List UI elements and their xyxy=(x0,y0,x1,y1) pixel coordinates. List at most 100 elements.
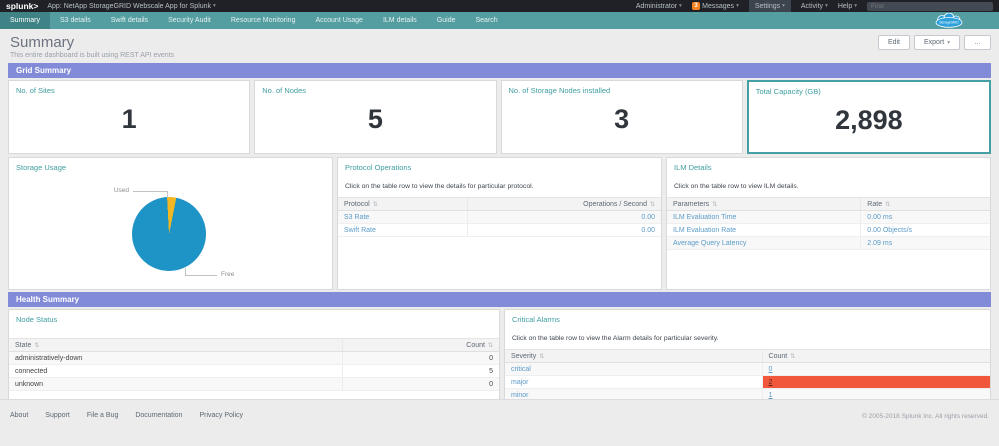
table-cell: administratively-down xyxy=(9,352,342,365)
health-summary-band: Health Summary xyxy=(8,292,991,307)
chevron-down-icon: ▾ xyxy=(825,3,828,9)
tab-s3-details[interactable]: S3 details xyxy=(50,12,101,29)
sort-icon: ⇅ xyxy=(34,343,39,349)
settings-menu-label: Settings xyxy=(755,3,780,10)
footer-link-support[interactable]: Support xyxy=(45,412,70,419)
column-header-operations-per-second[interactable]: Operations / Second⇅ xyxy=(467,198,661,211)
topbar-right: Administrator ▾ 3 Messages ▾ Settings ▾ … xyxy=(636,0,993,12)
app-menu-label: App: NetApp StorageGRID Webscale App for… xyxy=(47,3,211,10)
chevron-down-icon: ▾ xyxy=(947,40,950,46)
table-cell: 0 xyxy=(342,352,499,365)
panel-title: Critical Alarms xyxy=(505,310,990,324)
table-row[interactable]: ILM Evaluation Time0.00 ms xyxy=(667,211,990,224)
stat-panel-total-capacity: Total Capacity (GB) 2,898 xyxy=(747,80,991,154)
panel-description: Click on the table row to view the detai… xyxy=(338,172,661,197)
edit-button[interactable]: Edit xyxy=(878,35,910,50)
column-header-severity[interactable]: Severity⇅ xyxy=(505,350,762,363)
panel-title: Total Capacity (GB) xyxy=(749,82,989,96)
find-input[interactable] xyxy=(867,2,993,11)
table-row: connected5 xyxy=(9,365,499,378)
column-header-state[interactable]: State⇅ xyxy=(9,339,342,352)
table-cell[interactable]: Average Query Latency xyxy=(667,237,861,250)
chevron-down-icon: ▾ xyxy=(782,3,785,9)
help-menu[interactable]: Help ▾ xyxy=(838,0,857,12)
footer: About Support File a Bug Documentation P… xyxy=(0,399,999,446)
ellipsis-icon: … xyxy=(974,39,981,46)
storage-usage-chart: Used Free xyxy=(9,158,332,289)
tab-swift-details[interactable]: Swift details xyxy=(101,12,158,29)
chevron-down-icon: ▾ xyxy=(213,3,216,9)
table-row: unknown0 xyxy=(9,378,499,391)
settings-menu[interactable]: Settings ▾ xyxy=(749,0,791,12)
protocol-operations-panel: Protocol Operations Click on the table r… xyxy=(337,157,662,290)
table-row[interactable]: critical0 xyxy=(505,363,990,376)
stat-panel-storage-nodes: No. of Storage Nodes installed 3 xyxy=(501,80,743,154)
table-cell[interactable]: 2 xyxy=(762,376,990,389)
table-row[interactable]: Swift Rate0.00 xyxy=(338,224,661,237)
table-row[interactable]: major2 xyxy=(505,376,990,389)
column-header-count[interactable]: Count⇅ xyxy=(342,339,499,352)
column-header-protocol[interactable]: Protocol⇅ xyxy=(338,198,467,211)
user-menu[interactable]: Administrator ▾ xyxy=(636,0,682,12)
table-cell[interactable]: ILM Evaluation Rate xyxy=(667,224,861,237)
more-button[interactable]: … xyxy=(964,35,991,50)
footer-link-about[interactable]: About xyxy=(10,412,28,419)
leader-line xyxy=(133,191,167,192)
table-cell[interactable]: 0.00 xyxy=(467,211,661,224)
column-header-parameters[interactable]: Parameters⇅ xyxy=(667,198,861,211)
table-cell[interactable]: S3 Rate xyxy=(338,211,467,224)
table-cell[interactable]: 2.09 ms xyxy=(861,237,990,250)
table-row[interactable]: S3 Rate0.00 xyxy=(338,211,661,224)
table-cell[interactable]: Swift Rate xyxy=(338,224,467,237)
storagegrid-cloud-icon: StorageGRID xyxy=(931,13,967,30)
table-cell[interactable]: 0.00 Objects/s xyxy=(861,224,990,237)
copyright-text: © 2005-2018 Splunk Inc. All rights reser… xyxy=(862,413,989,420)
table-cell[interactable]: ILM Evaluation Time xyxy=(667,211,861,224)
protocol-operations-table: Protocol⇅ Operations / Second⇅ S3 Rate0.… xyxy=(338,197,661,237)
node-status-panel: Node Status State⇅ Count⇅ administrative… xyxy=(8,309,500,408)
footer-link-privacy-policy[interactable]: Privacy Policy xyxy=(199,412,243,419)
table-cell[interactable]: 0 xyxy=(762,363,990,376)
column-header-rate[interactable]: Rate⇅ xyxy=(861,198,990,211)
table-cell[interactable]: critical xyxy=(505,363,762,376)
tab-resource-monitoring[interactable]: Resource Monitoring xyxy=(221,12,306,29)
footer-link-documentation[interactable]: Documentation xyxy=(135,412,182,419)
tab-summary[interactable]: Summary xyxy=(0,12,50,29)
messages-menu[interactable]: 3 Messages ▾ xyxy=(692,0,739,12)
footer-links: About Support File a Bug Documentation P… xyxy=(0,400,999,431)
tab-security-audit[interactable]: Security Audit xyxy=(158,12,221,29)
sort-icon: ⇅ xyxy=(650,202,655,208)
panel-title: No. of Sites xyxy=(9,81,249,95)
table-cell[interactable]: 0.00 ms xyxy=(861,211,990,224)
sort-icon: ⇅ xyxy=(488,343,493,349)
tab-search[interactable]: Search xyxy=(466,12,508,29)
stat-value-nodes: 5 xyxy=(255,104,495,135)
storage-usage-panel: Storage Usage Used Free xyxy=(8,157,333,290)
page-subtitle: This entire dashboard is built using RES… xyxy=(10,52,989,59)
sort-icon: ⇅ xyxy=(373,202,378,208)
app-menu[interactable]: App: NetApp StorageGRID Webscale App for… xyxy=(47,0,215,12)
export-button[interactable]: Export ▾ xyxy=(914,35,960,50)
footer-link-file-a-bug[interactable]: File a Bug xyxy=(87,412,119,419)
stat-panel-sites: No. of Sites 1 xyxy=(8,80,250,154)
activity-menu[interactable]: Activity ▾ xyxy=(801,0,828,12)
column-header-count[interactable]: Count⇅ xyxy=(762,350,990,363)
table-cell[interactable]: 0.00 xyxy=(467,224,661,237)
leader-line xyxy=(185,275,217,276)
stat-value-sites: 1 xyxy=(9,104,249,135)
tab-account-usage[interactable]: Account Usage xyxy=(305,12,372,29)
table-cell: unknown xyxy=(9,378,342,391)
pie-label-free: Free xyxy=(221,271,234,278)
sort-icon: ⇅ xyxy=(712,202,717,208)
dashboard-header: Summary This entire dashboard is built u… xyxy=(0,29,999,61)
table-row[interactable]: ILM Evaluation Rate0.00 Objects/s xyxy=(667,224,990,237)
table-row[interactable]: Average Query Latency2.09 ms xyxy=(667,237,990,250)
grid-summary-band: Grid Summary xyxy=(8,63,991,78)
tab-ilm-details[interactable]: ILM details xyxy=(373,12,427,29)
storage-usage-pie[interactable] xyxy=(132,197,206,271)
messages-menu-label: Messages xyxy=(702,3,734,10)
tab-guide[interactable]: Guide xyxy=(427,12,466,29)
table-cell[interactable]: major xyxy=(505,376,762,389)
chevron-down-icon: ▾ xyxy=(854,3,857,9)
app-navbar: Summary S3 details Swift details Securit… xyxy=(0,12,999,29)
